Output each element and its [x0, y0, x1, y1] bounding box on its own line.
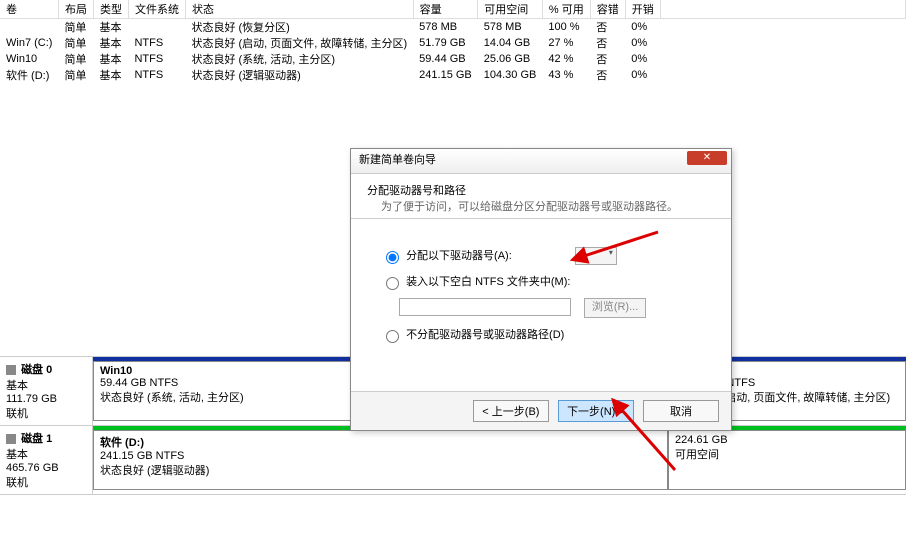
dialog-titlebar[interactable]: 新建简单卷向导 ✕: [351, 149, 731, 174]
disk0-name: 磁盘 0: [21, 364, 52, 376]
dialog-buttons: < 上一步(B) 下一步(N) > 取消: [351, 391, 731, 430]
disk-icon: [6, 434, 16, 444]
disk1-header: 磁盘 1 基本 465.76 GB 联机: [0, 426, 93, 494]
disk1-row[interactable]: 磁盘 1 基本 465.76 GB 联机 软件 (D:) 241.15 GB N…: [0, 426, 906, 495]
option-no-assign[interactable]: 不分配驱动器号或驱动器路径(D): [381, 326, 701, 343]
col-fs[interactable]: 文件系统: [128, 0, 185, 19]
col-volume[interactable]: 卷: [0, 0, 58, 19]
col-free[interactable]: 可用空间: [478, 0, 543, 19]
disk0-state: 联机: [6, 408, 28, 420]
disk0-type: 基本: [6, 380, 28, 392]
volume-table[interactable]: 卷 布局 类型 文件系统 状态 容量 可用空间 % 可用 容错 开销 简单基本状…: [0, 0, 906, 83]
col-fault[interactable]: 容错: [590, 0, 625, 19]
option-mount-folder[interactable]: 装入以下空白 NTFS 文件夹中(M):: [381, 273, 701, 290]
mount-path-input[interactable]: [399, 298, 571, 316]
disk0-part1-size: 59.44 GB NTFS: [100, 377, 178, 389]
disk0-part1-status: 状态良好 (系统, 活动, 主分区): [100, 392, 244, 404]
option-assign-letter-label: 分配以下驱动器号(A):: [406, 250, 512, 262]
disk1-part1[interactable]: 软件 (D:) 241.15 GB NTFS 状态良好 (逻辑驱动器): [93, 430, 668, 490]
radio-no-assign[interactable]: [386, 330, 399, 343]
col-pct[interactable]: % 可用: [542, 0, 590, 19]
option-mount-folder-label: 装入以下空白 NTFS 文件夹中(M):: [406, 276, 570, 288]
wizard-dialog: 新建简单卷向导 ✕ 分配驱动器号和路径 为了便于访问，可以给磁盘分区分配驱动器号…: [350, 148, 732, 431]
disk1-part2-status: 可用空间: [675, 449, 719, 461]
disk1-state: 联机: [6, 477, 28, 489]
option-no-assign-label: 不分配驱动器号或驱动器路径(D): [406, 329, 564, 341]
cancel-button[interactable]: 取消: [643, 400, 719, 422]
disk-icon: [6, 365, 16, 375]
dialog-header: 分配驱动器号和路径 为了便于访问，可以给磁盘分区分配驱动器号或驱动器路径。: [351, 174, 731, 219]
table-header-row: 卷 布局 类型 文件系统 状态 容量 可用空间 % 可用 容错 开销: [0, 0, 906, 19]
disk1-type: 基本: [6, 449, 28, 461]
radio-assign-letter[interactable]: [386, 251, 399, 264]
table-row[interactable]: 简单基本状态良好 (恢复分区)578 MB578 MB100 %否0%: [0, 19, 906, 36]
disk0-part2-status: 好 (启动, 页面文件, 故障转储, 主分区): [707, 392, 890, 404]
disk1-size: 465.76 GB: [6, 462, 59, 474]
disk1-part1-size: 241.15 GB NTFS: [100, 450, 184, 462]
close-button[interactable]: ✕: [687, 151, 727, 165]
disk1-part1-name: 软件 (D:): [100, 437, 144, 449]
disk0-part1-name: Win10: [100, 365, 132, 377]
browse-button[interactable]: 浏览(R)...: [584, 298, 646, 318]
col-overhead[interactable]: 开销: [625, 0, 660, 19]
dialog-heading: 分配驱动器号和路径: [367, 182, 715, 198]
back-button[interactable]: < 上一步(B): [473, 400, 549, 422]
col-layout[interactable]: 布局: [58, 0, 93, 19]
table-row[interactable]: 软件 (D:)简单基本NTFS状态良好 (逻辑驱动器)241.15 GB104.…: [0, 67, 906, 83]
radio-mount-folder[interactable]: [386, 277, 399, 290]
col-capacity[interactable]: 容量: [413, 0, 478, 19]
dialog-title: 新建简单卷向导: [359, 154, 436, 166]
next-button[interactable]: 下一步(N) >: [558, 400, 634, 422]
drive-letter-select[interactable]: [575, 247, 617, 265]
disk0-size: 111.79 GB: [6, 393, 57, 405]
table-row[interactable]: Win10简单基本NTFS状态良好 (系统, 活动, 主分区)59.44 GB2…: [0, 51, 906, 67]
disk1-part1-status: 状态良好 (逻辑驱动器): [100, 465, 209, 477]
col-status[interactable]: 状态: [185, 0, 413, 19]
table-row[interactable]: Win7 (C:)简单基本NTFS状态良好 (启动, 页面文件, 故障转储, 主…: [0, 35, 906, 51]
option-assign-letter[interactable]: 分配以下驱动器号(A):: [381, 247, 701, 265]
disk1-part2[interactable]: 224.61 GB 可用空间: [668, 430, 906, 490]
disk1-part2-name: 224.61 GB: [675, 434, 728, 446]
dialog-subtext: 为了便于访问，可以给磁盘分区分配驱动器号或驱动器路径。: [381, 198, 715, 214]
disk1-name: 磁盘 1: [21, 433, 52, 445]
col-type[interactable]: 类型: [93, 0, 128, 19]
disk0-header: 磁盘 0 基本 111.79 GB 联机: [0, 357, 93, 425]
